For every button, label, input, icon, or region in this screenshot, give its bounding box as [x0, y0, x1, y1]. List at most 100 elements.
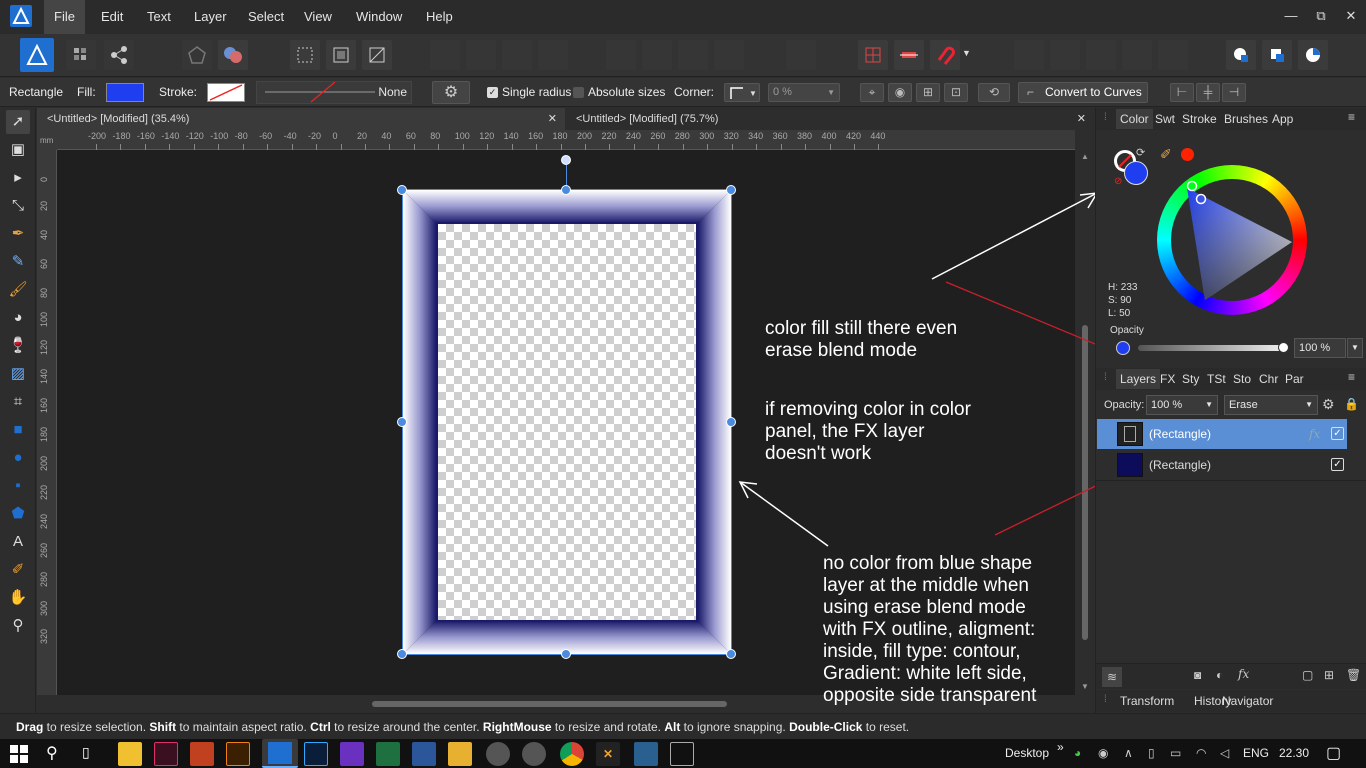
opacity-field[interactable]: 100 %: [1294, 338, 1346, 358]
panel-grip-icon[interactable]: ⁞: [1104, 372, 1107, 383]
boolean-xor-icon[interactable]: [1122, 40, 1152, 70]
absolute-sizes-checkbox[interactable]: [573, 87, 584, 98]
boolean-icon[interactable]: [218, 40, 248, 70]
flip-2-icon[interactable]: [642, 40, 672, 70]
menu-select[interactable]: Select: [238, 0, 294, 34]
ellipse-tool-icon[interactable]: ●: [6, 446, 30, 470]
selection-box-2-icon[interactable]: [326, 40, 356, 70]
opacity-dropdown-icon[interactable]: ▼: [1347, 338, 1363, 358]
handle-bottom-left[interactable]: [397, 649, 407, 659]
fx-add-icon[interactable]: fx: [1238, 667, 1249, 681]
illustrator-icon[interactable]: [226, 742, 250, 766]
insert-top-icon[interactable]: [1262, 40, 1292, 70]
handle-top-right[interactable]: [726, 185, 736, 195]
color-picker-tool-icon[interactable]: ✐: [6, 558, 30, 582]
corner-value-chevron-icon[interactable]: ▼: [827, 84, 835, 101]
stroke-swatch[interactable]: [207, 83, 245, 102]
app2-icon[interactable]: [522, 742, 546, 766]
align-right-icon[interactable]: ⊣: [1222, 83, 1246, 102]
excel-icon[interactable]: [376, 742, 400, 766]
menu-view[interactable]: View: [294, 0, 342, 34]
usb-icon[interactable]: ▯: [1148, 739, 1155, 768]
rectangle-tool-icon[interactable]: ■: [6, 418, 30, 442]
menu-layer[interactable]: Layer: [184, 0, 237, 34]
notification-icon[interactable]: ▢: [1326, 739, 1341, 768]
fill-tool-icon[interactable]: ◕: [6, 306, 30, 330]
panel-menu-icon[interactable]: ≡: [1348, 370, 1355, 384]
mask-icon[interactable]: ◙: [1194, 668, 1201, 682]
opacity-slider[interactable]: [1138, 345, 1284, 351]
zoom-tool-icon[interactable]: ⚲: [6, 614, 30, 638]
tab-paragraph[interactable]: Par: [1281, 369, 1308, 389]
rotate-1-icon[interactable]: [678, 40, 708, 70]
handle-top[interactable]: [561, 185, 571, 195]
tab-transform[interactable]: Transform: [1116, 691, 1178, 711]
corner-value-field[interactable]: 0 % ▼: [768, 83, 840, 102]
pixel-persona-icon[interactable]: [66, 40, 96, 70]
pen-tool-icon[interactable]: ✒: [6, 222, 30, 246]
indesign-icon[interactable]: [154, 742, 178, 766]
menu-help[interactable]: Help: [416, 0, 463, 34]
fx-icon[interactable]: fx: [1309, 419, 1320, 449]
photoshop-icon[interactable]: [304, 742, 328, 766]
app3-icon[interactable]: [634, 742, 658, 766]
handle-right[interactable]: [726, 417, 736, 427]
snap-options-chevron-icon[interactable]: ▼: [962, 48, 971, 58]
grid-icon[interactable]: ⊞: [1324, 668, 1334, 682]
adjustment-icon[interactable]: ◐: [1216, 668, 1223, 682]
task-view-icon[interactable]: ▯: [82, 744, 90, 761]
insert-behind-icon[interactable]: [1226, 40, 1256, 70]
hand-tool-icon[interactable]: ✋: [6, 586, 30, 610]
app-logo-icon[interactable]: [10, 5, 32, 27]
single-radius-checkbox[interactable]: ✓: [487, 87, 498, 98]
tab-text-styles[interactable]: TSt: [1203, 369, 1230, 389]
no-color-icon[interactable]: ⊘: [1114, 176, 1122, 187]
layer-opacity-field[interactable]: 100 % ▼: [1146, 395, 1218, 415]
boolean-divide-icon[interactable]: [1158, 40, 1188, 70]
tab-character[interactable]: Chr: [1255, 369, 1282, 389]
align-icon[interactable]: [786, 40, 816, 70]
handle-top-left[interactable]: [397, 185, 407, 195]
file-explorer-icon[interactable]: [448, 742, 472, 766]
layer-1-name[interactable]: (Rectangle): [1149, 419, 1211, 449]
tray-steam-icon[interactable]: ◉: [1098, 739, 1108, 768]
desktop-label[interactable]: Desktop: [1005, 739, 1049, 768]
saturation-triangle[interactable]: [1157, 165, 1307, 315]
flip-1-icon[interactable]: [606, 40, 636, 70]
panel-grip-icon[interactable]: ⁞: [1104, 112, 1107, 123]
vertical-scrollbar[interactable]: ▲ ▼: [1077, 150, 1093, 695]
tray-app-icon[interactable]: ◕: [1074, 739, 1081, 768]
affinity-designer-taskbar-icon[interactable]: [262, 739, 298, 768]
arrange-4-icon[interactable]: [538, 40, 568, 70]
menu-edit[interactable]: Edit: [91, 0, 133, 34]
polygon-tool-icon[interactable]: ⬟: [6, 502, 30, 526]
tab-color[interactable]: Color: [1116, 109, 1153, 129]
tab-stock[interactable]: Sto: [1229, 369, 1255, 389]
scroll-down-icon[interactable]: ▼: [1081, 682, 1089, 691]
rotate-icon[interactable]: ⟲: [978, 83, 1010, 102]
tab-styles[interactable]: Sty: [1178, 369, 1203, 389]
lock-icon[interactable]: 🔒: [1344, 397, 1359, 411]
selection-box-icon[interactable]: [290, 40, 320, 70]
search-icon[interactable]: ⚲: [46, 743, 58, 763]
boolean-add-icon[interactable]: [1014, 40, 1044, 70]
view-icon[interactable]: ◉: [888, 83, 912, 102]
opacity-slider-thumb[interactable]: [1278, 342, 1289, 353]
transparency-tool-icon[interactable]: 🍷: [6, 334, 30, 358]
terminal-icon[interactable]: [670, 742, 694, 766]
boolean-subtract-icon[interactable]: [1050, 40, 1080, 70]
layer-2-visibility-checkbox[interactable]: ✓: [1331, 458, 1344, 471]
place-image-tool-icon[interactable]: ▨: [6, 362, 30, 386]
blend-mode-chevron-icon[interactable]: ▼: [1305, 396, 1313, 414]
restore-button[interactable]: ⧉: [1306, 0, 1336, 34]
align-left-icon[interactable]: ⊢: [1170, 83, 1194, 102]
text-tool-icon[interactable]: A: [6, 530, 30, 554]
picked-color-swatch[interactable]: [1181, 148, 1194, 161]
battery-icon[interactable]: ▭: [1170, 739, 1181, 768]
minimize-button[interactable]: —: [1276, 0, 1306, 34]
menu-file[interactable]: File: [44, 0, 85, 34]
handle-bottom[interactable]: [561, 649, 571, 659]
layer-opacity-chevron-icon[interactable]: ▼: [1205, 396, 1213, 414]
rotation-handle[interactable]: [561, 155, 571, 165]
word-icon[interactable]: [412, 742, 436, 766]
